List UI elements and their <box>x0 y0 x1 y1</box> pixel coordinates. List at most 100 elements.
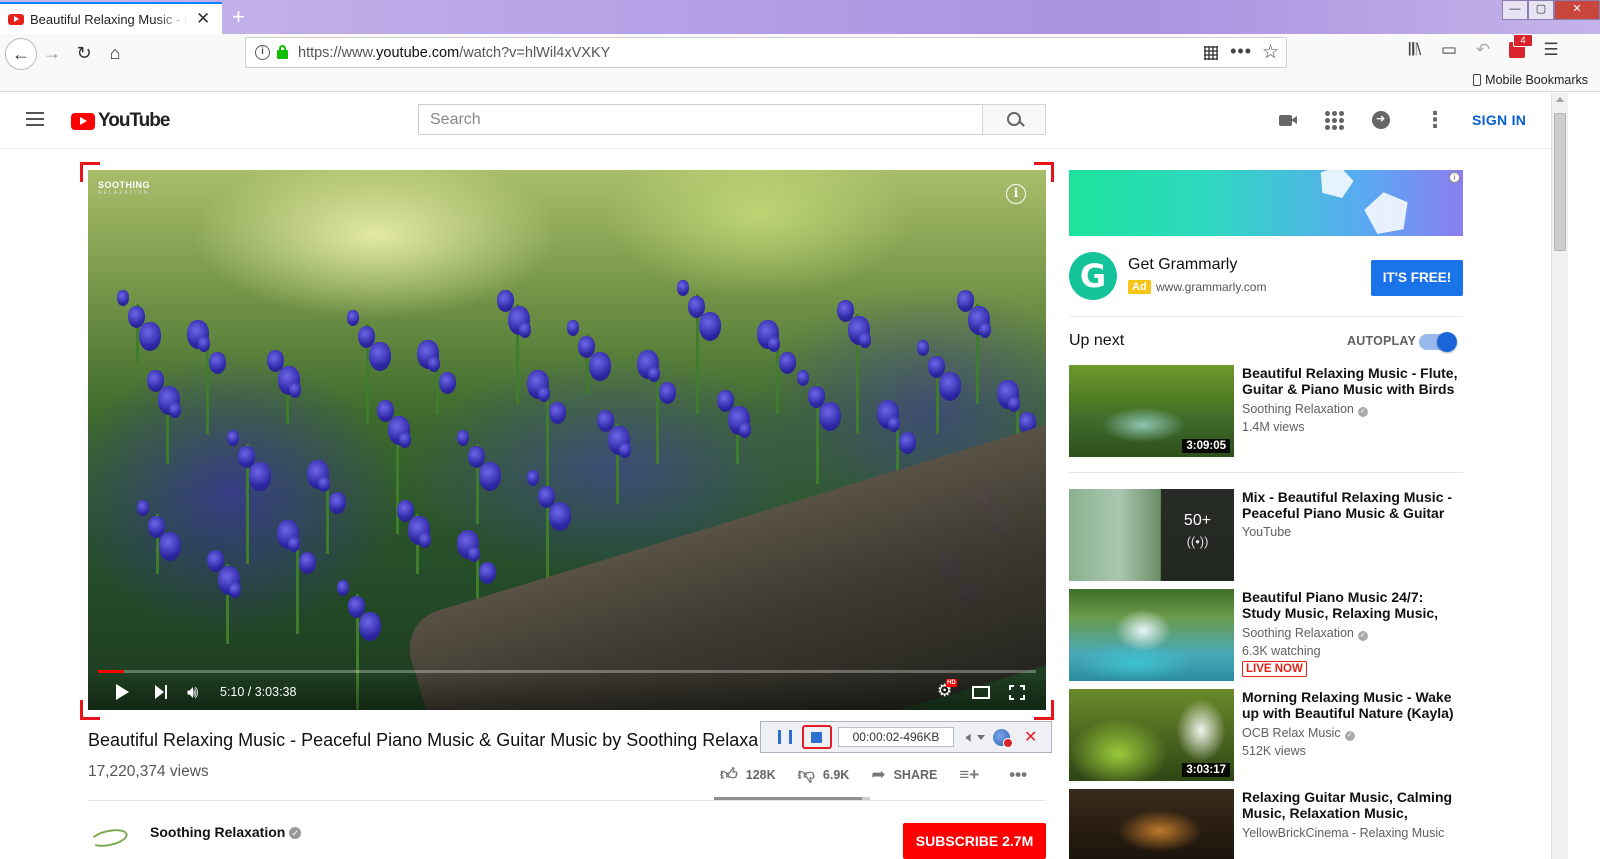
bluebell-flower <box>699 312 721 341</box>
settings-more-icon[interactable] <box>1418 107 1446 133</box>
autoplay-toggle[interactable] <box>1419 332 1457 352</box>
recommended-video[interactable]: 3:03:17 Morning Relaxing Music - Wake up… <box>1069 689 1463 781</box>
browser-menu-icon[interactable]: ☰ <box>1541 40 1561 63</box>
video-player[interactable]: SOOTHING RELAXATION i 🔊︎ 5:10 / 3:03:38 ⚙… <box>88 170 1046 710</box>
ad-info-icon[interactable]: i <box>1449 172 1460 183</box>
window-close-button[interactable]: ✕ <box>1554 0 1600 20</box>
more-actions-button[interactable]: ••• <box>1009 765 1035 785</box>
next-video-icon[interactable] <box>155 685 169 699</box>
recorder-close-button[interactable]: ✕ <box>1024 727 1037 747</box>
share-button[interactable]: ➦ SHARE <box>871 765 937 785</box>
messages-icon[interactable] <box>1371 109 1393 131</box>
recommended-video[interactable]: Relaxing Guitar Music, Calming Music, Re… <box>1069 789 1463 859</box>
back-button[interactable]: ← <box>5 38 37 70</box>
page-scrollbar[interactable] <box>1551 93 1568 859</box>
video-actions: 👍︎ 128K 👎︎ 6.9K ➦ SHARE ≡+ ••• <box>720 764 1057 785</box>
channel-name[interactable]: Soothing Relaxation ✓ <box>150 824 302 840</box>
channel-watermark[interactable]: SOOTHING RELAXATION <box>98 180 150 196</box>
window-maximize-button[interactable]: ▢ <box>1528 0 1554 20</box>
player-controls: 🔊︎ 5:10 / 3:03:38 ⚙ HD <box>88 674 1046 710</box>
bluebell-flower <box>169 402 181 418</box>
ad-badge: Ad <box>1128 280 1151 294</box>
window-minimize-button[interactable]: — <box>1502 0 1528 20</box>
new-tab-button[interactable]: + <box>232 4 245 30</box>
scrollbar-thumb[interactable] <box>1554 113 1566 251</box>
search-button[interactable] <box>982 104 1046 135</box>
recommended-title[interactable]: Beautiful Relaxing Music - Flute, Guitar… <box>1242 365 1460 397</box>
bluebell-flower <box>428 356 440 372</box>
time-display: 5:10 / 3:03:38 <box>220 685 297 699</box>
browser-toolbar-right: 𝄃𝄃\ ▭ ↶ 4 ☰ <box>1405 34 1561 63</box>
browser-navigation-bar: ← → ↻ ⌂ i https://www.youtube.com/watch?… <box>0 34 1600 70</box>
mobile-bookmarks-folder[interactable]: Mobile Bookmarks <box>1473 73 1588 87</box>
page-actions-menu-icon[interactable]: ••• <box>1230 41 1252 62</box>
apps-grid-icon[interactable] <box>1324 110 1345 131</box>
verified-check-icon: ✓ <box>1344 731 1355 741</box>
video-progress-bar[interactable] <box>98 670 1036 673</box>
sidebar-icon[interactable]: ▭ <box>1439 40 1459 63</box>
settings-gear-icon[interactable]: ⚙ HD <box>937 679 957 701</box>
create-video-icon[interactable] <box>1277 109 1299 131</box>
undo-arrow-icon[interactable]: ↶ <box>1473 40 1493 63</box>
playlist-add-icon: ≡+ <box>959 764 980 784</box>
browser-tab-active[interactable]: Beautiful Relaxing Music - Peaceful Pian… <box>0 2 222 34</box>
video-thumbnail[interactable]: 3:03:17 <box>1069 689 1234 781</box>
recorder-settings-icon[interactable] <box>993 728 1014 748</box>
recorder-stop-button[interactable] <box>802 725 832 749</box>
search-input[interactable] <box>419 105 982 134</box>
recommended-mix[interactable]: 50+ ((•)) Mix - Beautiful Relaxing Music… <box>1069 489 1463 581</box>
video-thumbnail[interactable]: 3:09:05 <box>1069 365 1234 457</box>
recommended-title[interactable]: Morning Relaxing Music - Wake up with Be… <box>1242 689 1460 721</box>
home-button[interactable]: ⌂ <box>101 39 129 67</box>
recommended-title[interactable]: Relaxing Guitar Music, Calming Music, Re… <box>1242 789 1460 821</box>
recorder-volume-icon[interactable]: 🔈︎ <box>966 729 975 746</box>
qr-code-icon[interactable] <box>1204 46 1218 60</box>
bookmark-star-icon[interactable]: ☆ <box>1262 41 1279 64</box>
volume-icon[interactable]: 🔊︎ <box>187 682 198 703</box>
bluebell-flower <box>419 532 431 548</box>
fullscreen-icon[interactable] <box>1009 685 1025 700</box>
sign-in-button[interactable]: SIGN IN <box>1472 112 1526 128</box>
recommended-views: 6.3K watching <box>1242 644 1321 658</box>
channel-avatar[interactable] <box>88 826 128 846</box>
recorder-volume-dropdown-icon[interactable] <box>977 734 986 740</box>
forward-button[interactable]: → <box>38 39 66 67</box>
recommended-views: 1.4M views <box>1242 420 1305 434</box>
scroll-up-arrow-icon[interactable] <box>1556 97 1564 102</box>
recorder-pause-icon[interactable] <box>778 730 792 744</box>
tab-close-button[interactable]: ✕ <box>196 9 210 29</box>
grammarly-logo[interactable]: G <box>1069 252 1117 300</box>
recommended-title[interactable]: Beautiful Piano Music 24/7: Study Music,… <box>1242 589 1460 621</box>
video-info-icon[interactable]: i <box>1006 184 1026 204</box>
video-thumbnail[interactable] <box>1069 589 1234 681</box>
address-bar[interactable]: i https://www.youtube.com/watch?v=hlWil4… <box>245 37 1287 68</box>
bluebell-flower <box>198 336 210 352</box>
ad-banner-image[interactable]: i <box>1069 170 1463 236</box>
play-icon[interactable] <box>116 684 129 700</box>
video-thumbnail[interactable]: 50+ ((•)) <box>1069 489 1234 581</box>
duration-badge: 3:03:17 <box>1182 763 1230 777</box>
bluebell-flower <box>819 402 841 431</box>
recommended-video[interactable]: Beautiful Piano Music 24/7: Study Music,… <box>1069 589 1463 681</box>
youtube-header: YouTube SIGN IN <box>0 93 1551 149</box>
url-text[interactable]: https://www.youtube.com/watch?v=hlWil4xV… <box>298 45 610 61</box>
library-icon[interactable]: 𝄃𝄃\ <box>1405 40 1425 63</box>
dislike-button[interactable]: 👎︎ 6.9K <box>798 764 850 785</box>
extension-icon[interactable]: 4 <box>1507 34 1533 63</box>
video-thumbnail[interactable] <box>1069 789 1234 859</box>
reload-button[interactable]: ↻ <box>70 39 98 67</box>
ad-title[interactable]: Get Grammarly <box>1128 256 1237 274</box>
recommended-title[interactable]: Mix - Beautiful Relaxing Music - Peacefu… <box>1242 489 1460 521</box>
recommended-video[interactable]: 3:09:05 Beautiful Relaxing Music - Flute… <box>1069 365 1463 457</box>
subscribe-button[interactable]: SUBSCRIBE 2.7M <box>903 823 1046 859</box>
add-to-playlist-button[interactable]: ≡+ <box>959 765 987 785</box>
ad-cta-button[interactable]: IT'S FREE! <box>1371 260 1463 296</box>
like-button[interactable]: 👍︎ 128K <box>720 764 776 785</box>
ad-url[interactable]: www.grammarly.com <box>1156 280 1266 294</box>
bluebell-flower <box>739 422 751 438</box>
guide-menu-icon[interactable] <box>26 112 44 126</box>
youtube-logo[interactable]: YouTube <box>71 110 170 132</box>
site-info-icon[interactable]: i <box>255 45 270 60</box>
theater-mode-icon[interactable] <box>972 686 990 699</box>
bluebell-flower <box>347 310 359 326</box>
